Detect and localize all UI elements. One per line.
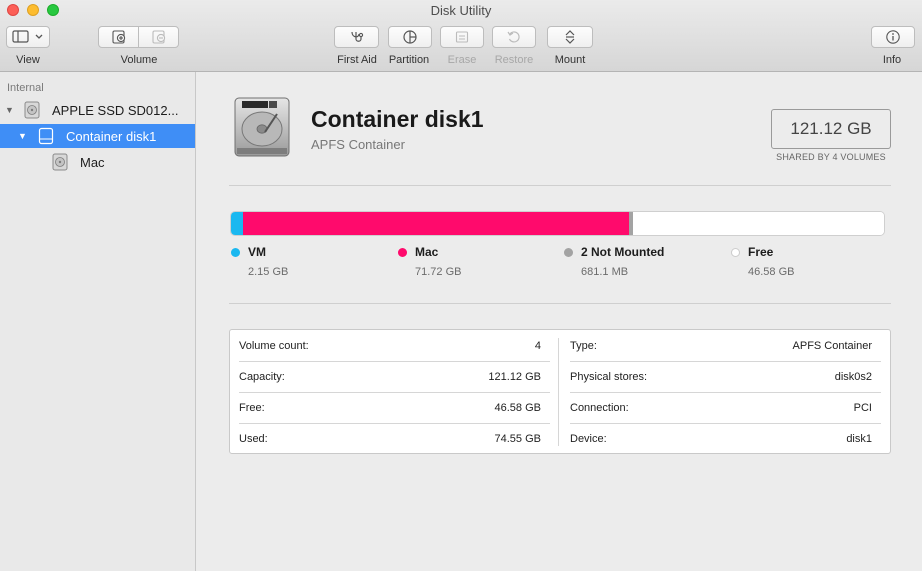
usage-segment-vm <box>231 212 243 235</box>
partition-label: Partition <box>388 54 430 66</box>
internal-disk-icon <box>24 101 40 119</box>
legend-value: 46.58 GB <box>748 266 795 278</box>
info-icon <box>886 30 900 44</box>
row-separator <box>570 392 881 393</box>
legend-value: 681.1 MB <box>581 266 629 278</box>
divider <box>229 185 891 186</box>
detail-value: 4 <box>534 340 541 352</box>
container-icon <box>38 127 54 145</box>
toolbar: Disk Utility View Volume First Aid Parti… <box>0 0 922 72</box>
detail-key: Type: <box>570 340 597 352</box>
detail-row: Volume count: 4 <box>230 330 550 361</box>
detail-row: Type: APFS Container <box>561 330 881 361</box>
detail-row: Free: 46.58 GB <box>230 392 550 423</box>
volume-disk-icon <box>52 153 68 171</box>
remove-volume-button[interactable] <box>138 26 179 48</box>
usage-bar <box>230 211 885 236</box>
legend-name: VM <box>248 245 266 259</box>
detail-value: PCI <box>853 402 872 414</box>
hard-disk-icon <box>234 97 290 157</box>
disclosure-triangle-icon[interactable]: ▼ <box>5 105 14 115</box>
details-right-column: Type: APFS Container Physical stores: di… <box>561 330 881 454</box>
detail-value: disk0s2 <box>834 371 872 383</box>
usage-segment-free <box>632 212 884 235</box>
disk-subtitle: APFS Container <box>311 137 405 152</box>
size-caption: SHARED BY 4 VOLUMES <box>776 152 886 162</box>
erase-icon <box>455 31 469 43</box>
info-label: Info <box>882 54 902 66</box>
details-table: Volume count: 4 Capacity: 121.12 GB Free… <box>229 329 891 454</box>
detail-value: disk1 <box>846 433 872 445</box>
erase-label: Erase <box>447 54 477 66</box>
sidebar: Internal ▼ APPLE SSD SD012... ▼ Containe… <box>0 72 196 571</box>
legend-name: Mac <box>415 245 439 259</box>
view-button[interactable] <box>6 26 50 48</box>
detail-row: Used: 74.55 GB <box>230 423 550 454</box>
sidebar-item-label: Mac <box>80 154 105 170</box>
remove-volume-icon <box>151 30 165 44</box>
detail-value: 121.12 GB <box>488 371 541 383</box>
detail-value: APFS Container <box>792 340 872 352</box>
add-volume-button[interactable] <box>98 26 139 48</box>
not-mounted-color-dot <box>564 248 573 257</box>
detail-key: Device: <box>570 433 607 445</box>
detail-value: 74.55 GB <box>494 433 541 445</box>
row-separator <box>570 423 881 424</box>
view-label: View <box>16 54 40 66</box>
row-separator <box>239 423 550 424</box>
disk-title: Container disk1 <box>311 106 484 132</box>
legend-value: 2.15 GB <box>248 266 289 278</box>
disclosure-triangle-icon[interactable]: ▼ <box>18 131 27 141</box>
mount-label: Mount <box>554 54 586 66</box>
partition-button[interactable] <box>388 26 432 48</box>
detail-key: Connection: <box>570 402 629 414</box>
divider <box>229 303 891 304</box>
legend-value: 71.72 GB <box>415 266 462 278</box>
legend-name: Free <box>748 245 774 259</box>
row-separator <box>570 361 881 362</box>
row-separator <box>239 361 550 362</box>
detail-row: Connection: PCI <box>561 392 881 423</box>
first-aid-button[interactable] <box>334 26 379 48</box>
free-color-dot <box>731 248 740 257</box>
volume-label: Volume <box>120 54 158 66</box>
sidebar-item-label: Container disk1 <box>66 128 157 144</box>
main-panel: Container disk1 APFS Container 121.12 GB… <box>197 72 922 571</box>
restore-label: Restore <box>494 54 534 66</box>
sidebar-toggle-icon <box>12 30 43 43</box>
erase-button[interactable] <box>440 26 484 48</box>
first-aid-label: First Aid <box>337 54 377 66</box>
legend-name: 2 Not Mounted <box>581 245 665 259</box>
sidebar-item-container-disk1[interactable]: ▼ Container disk1 <box>0 124 195 148</box>
window-title: Disk Utility <box>430 3 492 18</box>
detail-key: Volume count: <box>239 340 309 352</box>
detail-key: Capacity: <box>239 371 285 383</box>
vm-color-dot <box>231 248 240 257</box>
disk-size-box: 121.12 GB <box>771 109 891 149</box>
sidebar-item-label: APPLE SSD SD012... <box>52 102 179 118</box>
sidebar-item-mac[interactable]: Mac <box>0 150 195 174</box>
mount-icon <box>565 30 575 44</box>
info-button[interactable] <box>871 26 915 48</box>
column-divider <box>558 338 559 446</box>
detail-key: Free: <box>239 402 265 414</box>
partition-icon <box>403 30 417 44</box>
stethoscope-icon <box>350 31 363 42</box>
usage-segment-mac <box>242 212 630 235</box>
details-left-column: Volume count: 4 Capacity: 121.12 GB Free… <box>230 330 550 454</box>
mac-color-dot <box>398 248 407 257</box>
detail-value: 46.58 GB <box>494 402 541 414</box>
sidebar-section-internal: Internal <box>7 82 44 94</box>
restore-icon <box>507 31 520 43</box>
detail-row: Capacity: 121.12 GB <box>230 361 550 392</box>
mount-button[interactable] <box>547 26 593 48</box>
detail-row: Physical stores: disk0s2 <box>561 361 881 392</box>
row-separator <box>239 392 550 393</box>
detail-key: Used: <box>239 433 268 445</box>
restore-button[interactable] <box>492 26 536 48</box>
add-volume-icon <box>111 30 125 44</box>
sidebar-item-apple-ssd[interactable]: ▼ APPLE SSD SD012... <box>0 98 195 122</box>
detail-key: Physical stores: <box>570 371 648 383</box>
detail-row: Device: disk1 <box>561 423 881 454</box>
